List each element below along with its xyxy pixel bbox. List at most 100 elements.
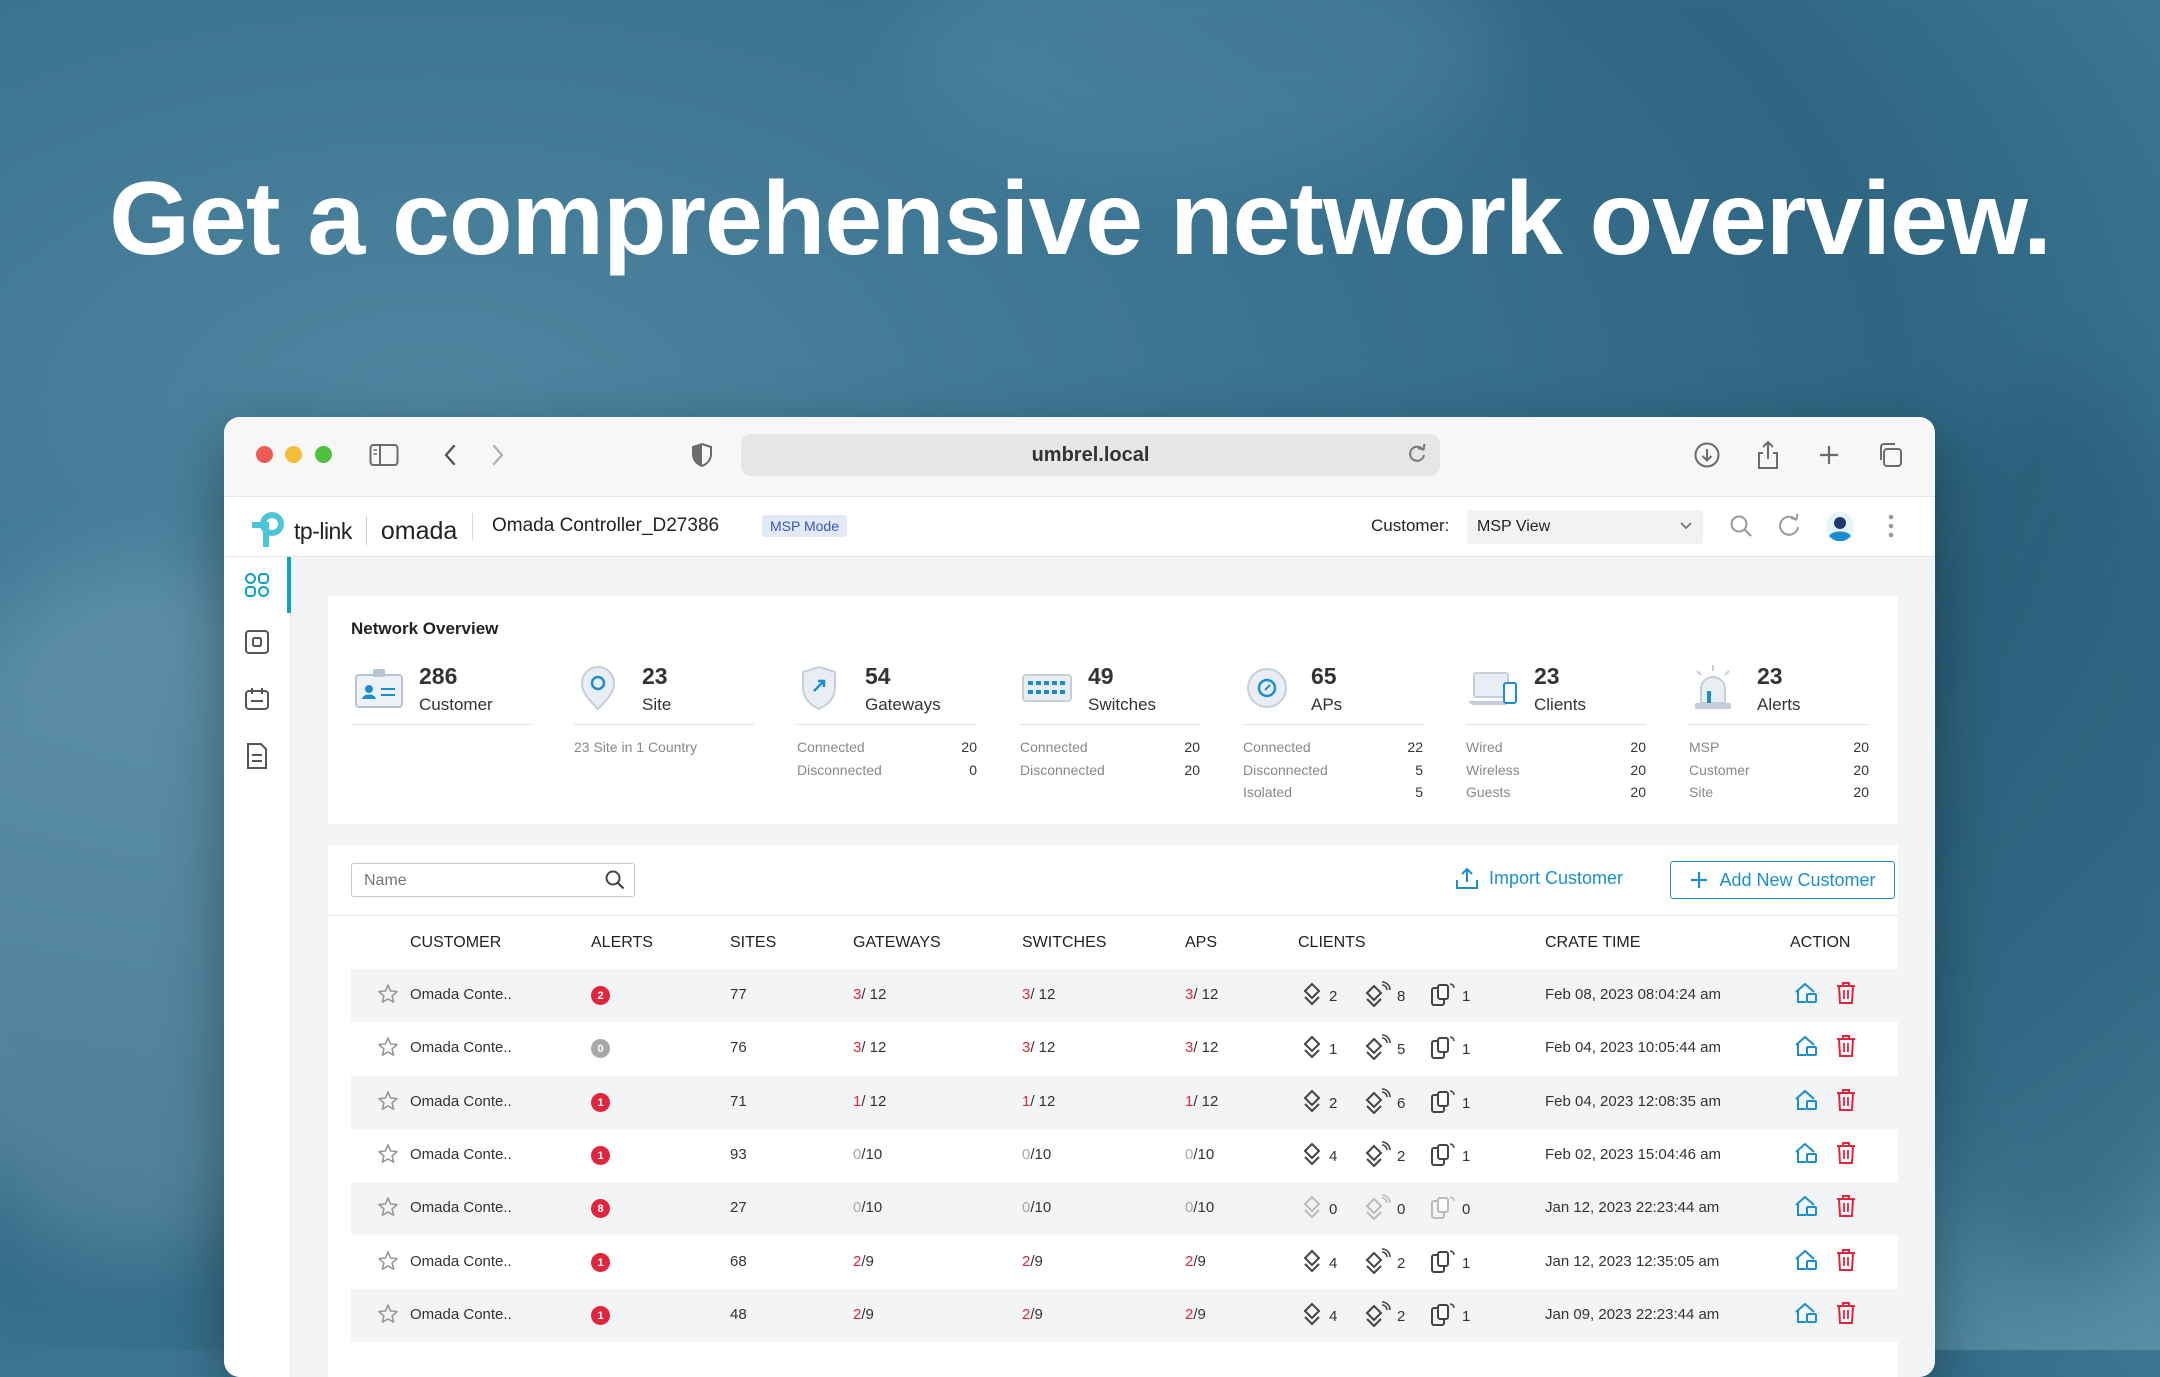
aps-total: / 12 [1193, 1093, 1219, 1110]
manage-sites-icon[interactable] [1794, 1034, 1818, 1063]
alarm-icon [1695, 665, 1731, 709]
sidebar-item-devices[interactable] [224, 614, 290, 670]
manage-sites-icon[interactable] [1794, 1301, 1818, 1330]
delete-icon[interactable] [1835, 1088, 1857, 1117]
table-row[interactable]: Omada Conte.. 2 77 3/ 12 3/ 12 3/ 12 2 8 1 Feb 08… [351, 969, 1898, 1022]
customer-name[interactable]: Omada Conte.. [410, 1093, 512, 1110]
delete-icon[interactable] [1835, 1301, 1857, 1330]
column-header-gateways[interactable]: GATEWAYS [853, 934, 941, 952]
gateway-shield-icon [802, 665, 836, 711]
column-header-switches[interactable]: SWITCHES [1022, 934, 1106, 952]
stat-note: 23 Site in 1 Country [574, 739, 697, 755]
customer-name[interactable]: Omada Conte.. [410, 986, 512, 1003]
sidebar-item-logs[interactable] [224, 728, 290, 784]
reload-icon[interactable] [1406, 442, 1428, 472]
manage-sites-icon[interactable] [1794, 1248, 1818, 1277]
row-value: 5 [1415, 784, 1423, 800]
row-key: Isolated [1243, 784, 1293, 800]
back-icon[interactable] [434, 439, 466, 471]
customer-name[interactable]: Omada Conte.. [410, 1253, 512, 1270]
delete-icon[interactable] [1835, 1248, 1857, 1277]
table-row[interactable]: Omada Conte.. 1 68 2/9 2/9 2/9 4 2 1 Jan 12, 2023… [351, 1236, 1898, 1289]
favorite-star-icon[interactable] [377, 1143, 399, 1169]
minimize-window-button[interactable] [285, 446, 302, 463]
manage-sites-icon[interactable] [1794, 1194, 1818, 1223]
favorite-star-icon[interactable] [377, 1196, 399, 1222]
headline: Get a comprehensive network overview. [109, 161, 2052, 277]
favorite-star-icon[interactable] [377, 1303, 399, 1329]
customer-select[interactable]: MSP View [1467, 510, 1703, 544]
row-value: 20 [1853, 739, 1869, 755]
alert-count-badge: 0 [591, 1039, 610, 1058]
customer-name[interactable]: Omada Conte.. [410, 1306, 512, 1323]
sidebar-item-schedule[interactable] [224, 671, 290, 727]
column-header-create-time[interactable]: CRATE TIME [1545, 934, 1640, 952]
column-header-action[interactable]: ACTION [1790, 934, 1850, 952]
stat-number: 23 [1757, 663, 1783, 689]
avatar[interactable] [1825, 511, 1855, 541]
table-row[interactable]: Omada Conte.. 1 71 1/ 12 1/ 12 1/ 12 2 6 1 Feb 04… [351, 1076, 1898, 1129]
customer-name[interactable]: Omada Conte.. [410, 1146, 512, 1163]
download-icon[interactable] [1691, 439, 1723, 471]
delete-icon[interactable] [1835, 1034, 1857, 1063]
privacy-shield-icon[interactable] [686, 439, 718, 471]
search-field[interactable] [351, 863, 635, 897]
zoom-window-button[interactable] [315, 446, 332, 463]
close-window-button[interactable] [256, 446, 273, 463]
column-header-alerts[interactable]: ALERTS [591, 934, 653, 952]
share-icon[interactable] [1752, 439, 1784, 471]
refresh-icon[interactable] [1774, 511, 1804, 541]
manage-sites-icon[interactable] [1794, 981, 1818, 1010]
manage-sites-icon[interactable] [1794, 1141, 1818, 1170]
table-row[interactable]: Omada Conte.. 1 93 0/10 0/10 0/10 4 2 1 Feb 02, 2… [351, 1129, 1898, 1182]
sidebar-item-dashboard[interactable] [224, 557, 291, 613]
wireless-clients: 5 [1365, 1034, 1405, 1064]
import-customer-button[interactable]: Import Customer [1455, 866, 1623, 890]
stat-rows: Connected 22 Disconnected 5 Isolated 5 [1243, 739, 1423, 807]
favorite-star-icon[interactable] [377, 983, 399, 1009]
customer-card-icon [355, 669, 403, 708]
tab-overview-icon[interactable] [1874, 439, 1906, 471]
wireless-client-icon [1365, 981, 1391, 1011]
aps-count: 3/ 12 [1185, 986, 1218, 1003]
wired-clients: 0 [1301, 1194, 1337, 1224]
divider [1466, 724, 1646, 725]
stat-label: Customer [419, 695, 493, 714]
manage-sites-icon[interactable] [1794, 1088, 1818, 1117]
calendar-icon [245, 688, 269, 710]
wireless-client-icon [1365, 1088, 1391, 1118]
column-header-customer[interactable]: CUSTOMER [410, 934, 501, 952]
column-header-aps[interactable]: APS [1185, 934, 1217, 952]
row-value: 20 [1630, 739, 1646, 755]
delete-icon[interactable] [1835, 1141, 1857, 1170]
favorite-star-icon[interactable] [377, 1090, 399, 1116]
new-tab-icon[interactable] [1813, 439, 1845, 471]
search-icon[interactable] [604, 869, 626, 896]
customer-name[interactable]: Omada Conte.. [410, 1039, 512, 1056]
customer-name[interactable]: Omada Conte.. [410, 1199, 512, 1216]
column-header-sites[interactable]: SITES [730, 934, 776, 952]
table-row[interactable]: Omada Conte.. 8 27 0/10 0/10 0/10 0 0 0 Jan 12, 2… [351, 1182, 1898, 1235]
wireless-client-count: 2 [1397, 1254, 1406, 1272]
search-input[interactable] [362, 871, 596, 891]
more-menu-icon[interactable] [1876, 511, 1906, 541]
alert-count-badge: 2 [591, 986, 610, 1005]
sites-count: 68 [730, 1253, 747, 1270]
sidebar-toggle-icon[interactable] [368, 439, 400, 471]
table-row[interactable]: Omada Conte.. 1 48 2/9 2/9 2/9 4 2 1 Jan 09, 2023… [351, 1289, 1898, 1342]
delete-icon[interactable] [1835, 981, 1857, 1010]
switches-total: /9 [1030, 1253, 1043, 1270]
search-icon[interactable] [1726, 511, 1756, 541]
table-row[interactable]: Omada Conte.. 0 76 3/ 12 3/ 12 3/ 12 1 5 1 Feb 04… [351, 1022, 1898, 1075]
favorite-star-icon[interactable] [377, 1250, 399, 1276]
forward-icon[interactable] [482, 439, 514, 471]
guest-client-icon [1430, 981, 1456, 1011]
mode-badge: MSP Mode [762, 515, 847, 537]
add-new-customer-button[interactable]: Add New Customer [1670, 861, 1895, 899]
address-bar[interactable]: umbrel.local [741, 434, 1440, 476]
aps-count: 0/10 [1185, 1199, 1214, 1216]
column-header-clients[interactable]: CLIENTS [1298, 934, 1366, 952]
delete-icon[interactable] [1835, 1194, 1857, 1223]
favorite-star-icon[interactable] [377, 1036, 399, 1062]
switches-total: /9 [1030, 1306, 1043, 1323]
